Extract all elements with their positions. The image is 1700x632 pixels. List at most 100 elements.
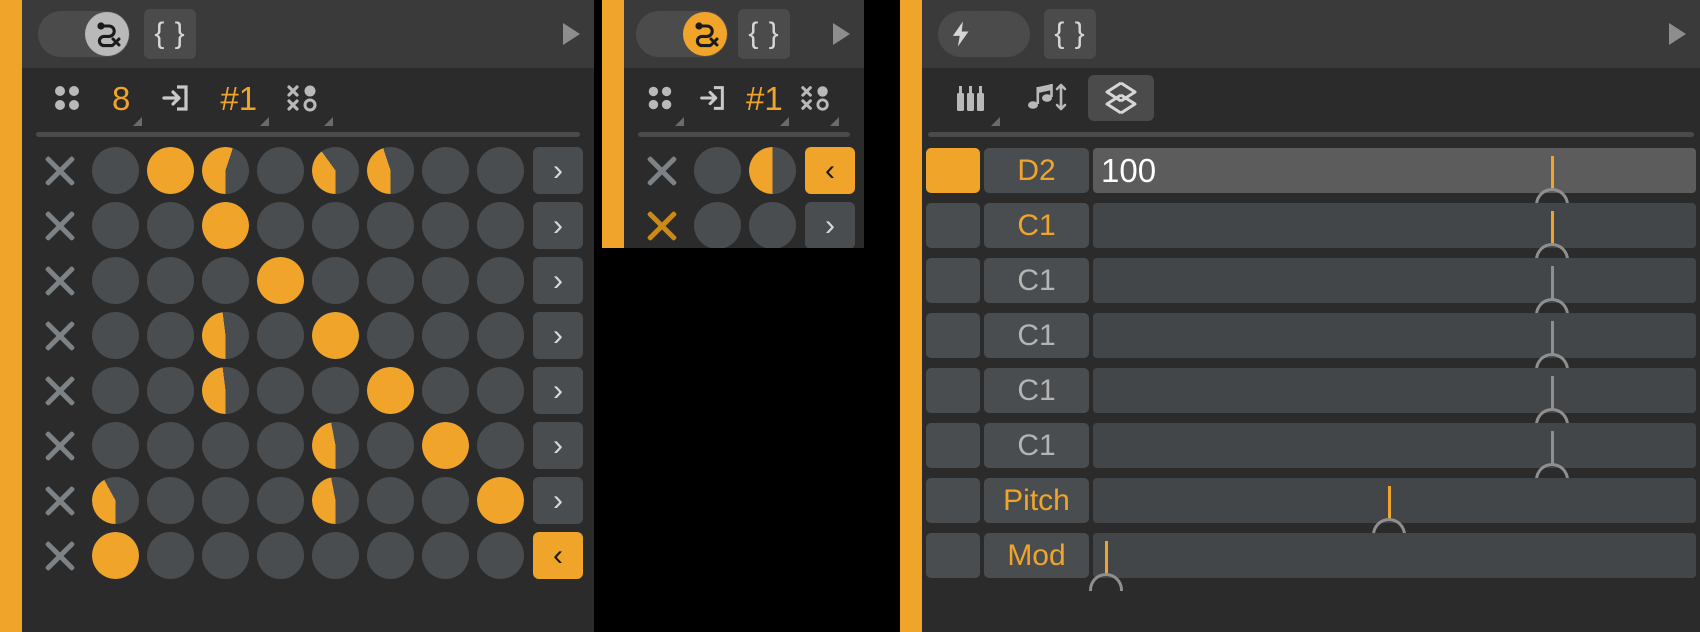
sequencer-braces-button[interactable]: { }: [144, 9, 196, 59]
step-cell[interactable]: [198, 143, 253, 198]
step-cell[interactable]: [473, 143, 528, 198]
step-cell[interactable]: [473, 363, 528, 418]
step-cell[interactable]: [88, 253, 143, 308]
note-value-slider[interactable]: 100: [1093, 148, 1696, 206]
step-cell[interactable]: [143, 363, 198, 418]
piano-keys-icon[interactable]: [938, 68, 1002, 128]
step-cell[interactable]: [253, 143, 308, 198]
step-cell[interactable]: [88, 528, 143, 583]
step-cell[interactable]: [473, 308, 528, 363]
step-cell[interactable]: [198, 363, 253, 418]
next-page-button[interactable]: ›: [533, 477, 583, 524]
step-cell[interactable]: [198, 473, 253, 528]
step-cell[interactable]: [308, 528, 363, 583]
random-dots-icon[interactable]: [271, 68, 335, 128]
step-cell[interactable]: [143, 528, 198, 583]
next-page-button[interactable]: ›: [533, 202, 583, 249]
step-cell[interactable]: [198, 308, 253, 363]
step-cell[interactable]: [473, 418, 528, 473]
step-cell[interactable]: [308, 198, 363, 253]
step-cell[interactable]: [745, 143, 800, 198]
note-editor-velocity-toggle[interactable]: [938, 11, 1030, 57]
step-cell[interactable]: [473, 528, 528, 583]
note-editor-braces-button[interactable]: { }: [1044, 9, 1096, 59]
close-icon[interactable]: [634, 209, 690, 243]
step-cell[interactable]: [88, 363, 143, 418]
note-name-label[interactable]: C1: [984, 368, 1089, 413]
step-cell[interactable]: [88, 308, 143, 363]
note-name-label[interactable]: C1: [984, 203, 1089, 248]
play-arrow-icon[interactable]: [1669, 23, 1686, 45]
note-value-slider[interactable]: [1093, 313, 1696, 371]
step-cell[interactable]: [308, 308, 363, 363]
four-dots-icon[interactable]: [634, 68, 686, 128]
step-cell[interactable]: [143, 473, 198, 528]
step-cell[interactable]: [143, 143, 198, 198]
next-page-button[interactable]: ›: [533, 422, 583, 469]
step-cell[interactable]: [308, 473, 363, 528]
step-cell[interactable]: [143, 308, 198, 363]
note-name-label[interactable]: C1: [984, 258, 1089, 303]
note-updown-icon[interactable]: [1008, 68, 1082, 128]
close-icon[interactable]: [32, 429, 88, 463]
step-in-icon[interactable]: [144, 68, 206, 128]
note-value-slider[interactable]: [1093, 258, 1696, 316]
note-enable-swatch[interactable]: [926, 478, 980, 523]
close-icon[interactable]: [32, 209, 88, 243]
note-value-slider[interactable]: [1093, 368, 1696, 426]
step-cell[interactable]: [418, 308, 473, 363]
close-icon[interactable]: [32, 539, 88, 573]
step-cell[interactable]: [308, 363, 363, 418]
mini-path-toggle[interactable]: [636, 11, 728, 57]
random-dots-icon[interactable]: [791, 68, 841, 128]
note-enable-swatch[interactable]: [926, 423, 980, 468]
step-cell[interactable]: [198, 418, 253, 473]
step-cell[interactable]: [418, 473, 473, 528]
next-page-button[interactable]: ›: [533, 147, 583, 194]
step-cell[interactable]: [198, 253, 253, 308]
step-cell[interactable]: [88, 198, 143, 253]
next-page-button[interactable]: ›: [533, 312, 583, 359]
step-in-icon[interactable]: [686, 68, 738, 128]
close-icon[interactable]: [32, 264, 88, 298]
step-cell[interactable]: [418, 253, 473, 308]
play-arrow-icon[interactable]: [833, 23, 850, 45]
step-cell[interactable]: [418, 418, 473, 473]
note-name-label[interactable]: C1: [984, 423, 1089, 468]
slider-handle[interactable]: [1089, 573, 1124, 591]
step-cell[interactable]: [363, 198, 418, 253]
step-cell[interactable]: [143, 253, 198, 308]
step-cell[interactable]: [363, 143, 418, 198]
step-cell[interactable]: [253, 363, 308, 418]
step-cell[interactable]: [690, 143, 745, 198]
step-cell[interactable]: [198, 528, 253, 583]
note-enable-swatch[interactable]: [926, 258, 980, 303]
close-icon[interactable]: [634, 154, 690, 188]
step-cell[interactable]: [88, 473, 143, 528]
close-icon[interactable]: [32, 484, 88, 518]
next-page-button[interactable]: ›: [533, 367, 583, 414]
note-enable-swatch[interactable]: [926, 368, 980, 413]
note-enable-swatch[interactable]: [926, 148, 980, 193]
step-cell[interactable]: [308, 418, 363, 473]
next-page-button[interactable]: ›: [533, 257, 583, 304]
step-cell[interactable]: [363, 473, 418, 528]
mini-pattern-index-value[interactable]: #1: [738, 68, 791, 128]
note-enable-swatch[interactable]: [926, 313, 980, 358]
note-value-slider[interactable]: [1093, 203, 1696, 261]
pattern-index-value[interactable]: #1: [206, 68, 271, 128]
note-name-label[interactable]: D2: [984, 148, 1089, 193]
close-icon[interactable]: [32, 154, 88, 188]
step-cell[interactable]: [473, 253, 528, 308]
note-value-slider[interactable]: [1093, 478, 1696, 536]
play-arrow-icon[interactable]: [563, 23, 580, 45]
step-cell[interactable]: [88, 418, 143, 473]
close-icon[interactable]: [32, 319, 88, 353]
sequencer-path-toggle[interactable]: [38, 11, 130, 57]
prev-page-button[interactable]: ‹: [533, 532, 583, 579]
step-cell[interactable]: [253, 418, 308, 473]
note-name-label[interactable]: Pitch: [984, 478, 1089, 523]
next-page-button[interactable]: ›: [805, 202, 855, 248]
note-enable-swatch[interactable]: [926, 533, 980, 578]
step-cell[interactable]: [253, 473, 308, 528]
